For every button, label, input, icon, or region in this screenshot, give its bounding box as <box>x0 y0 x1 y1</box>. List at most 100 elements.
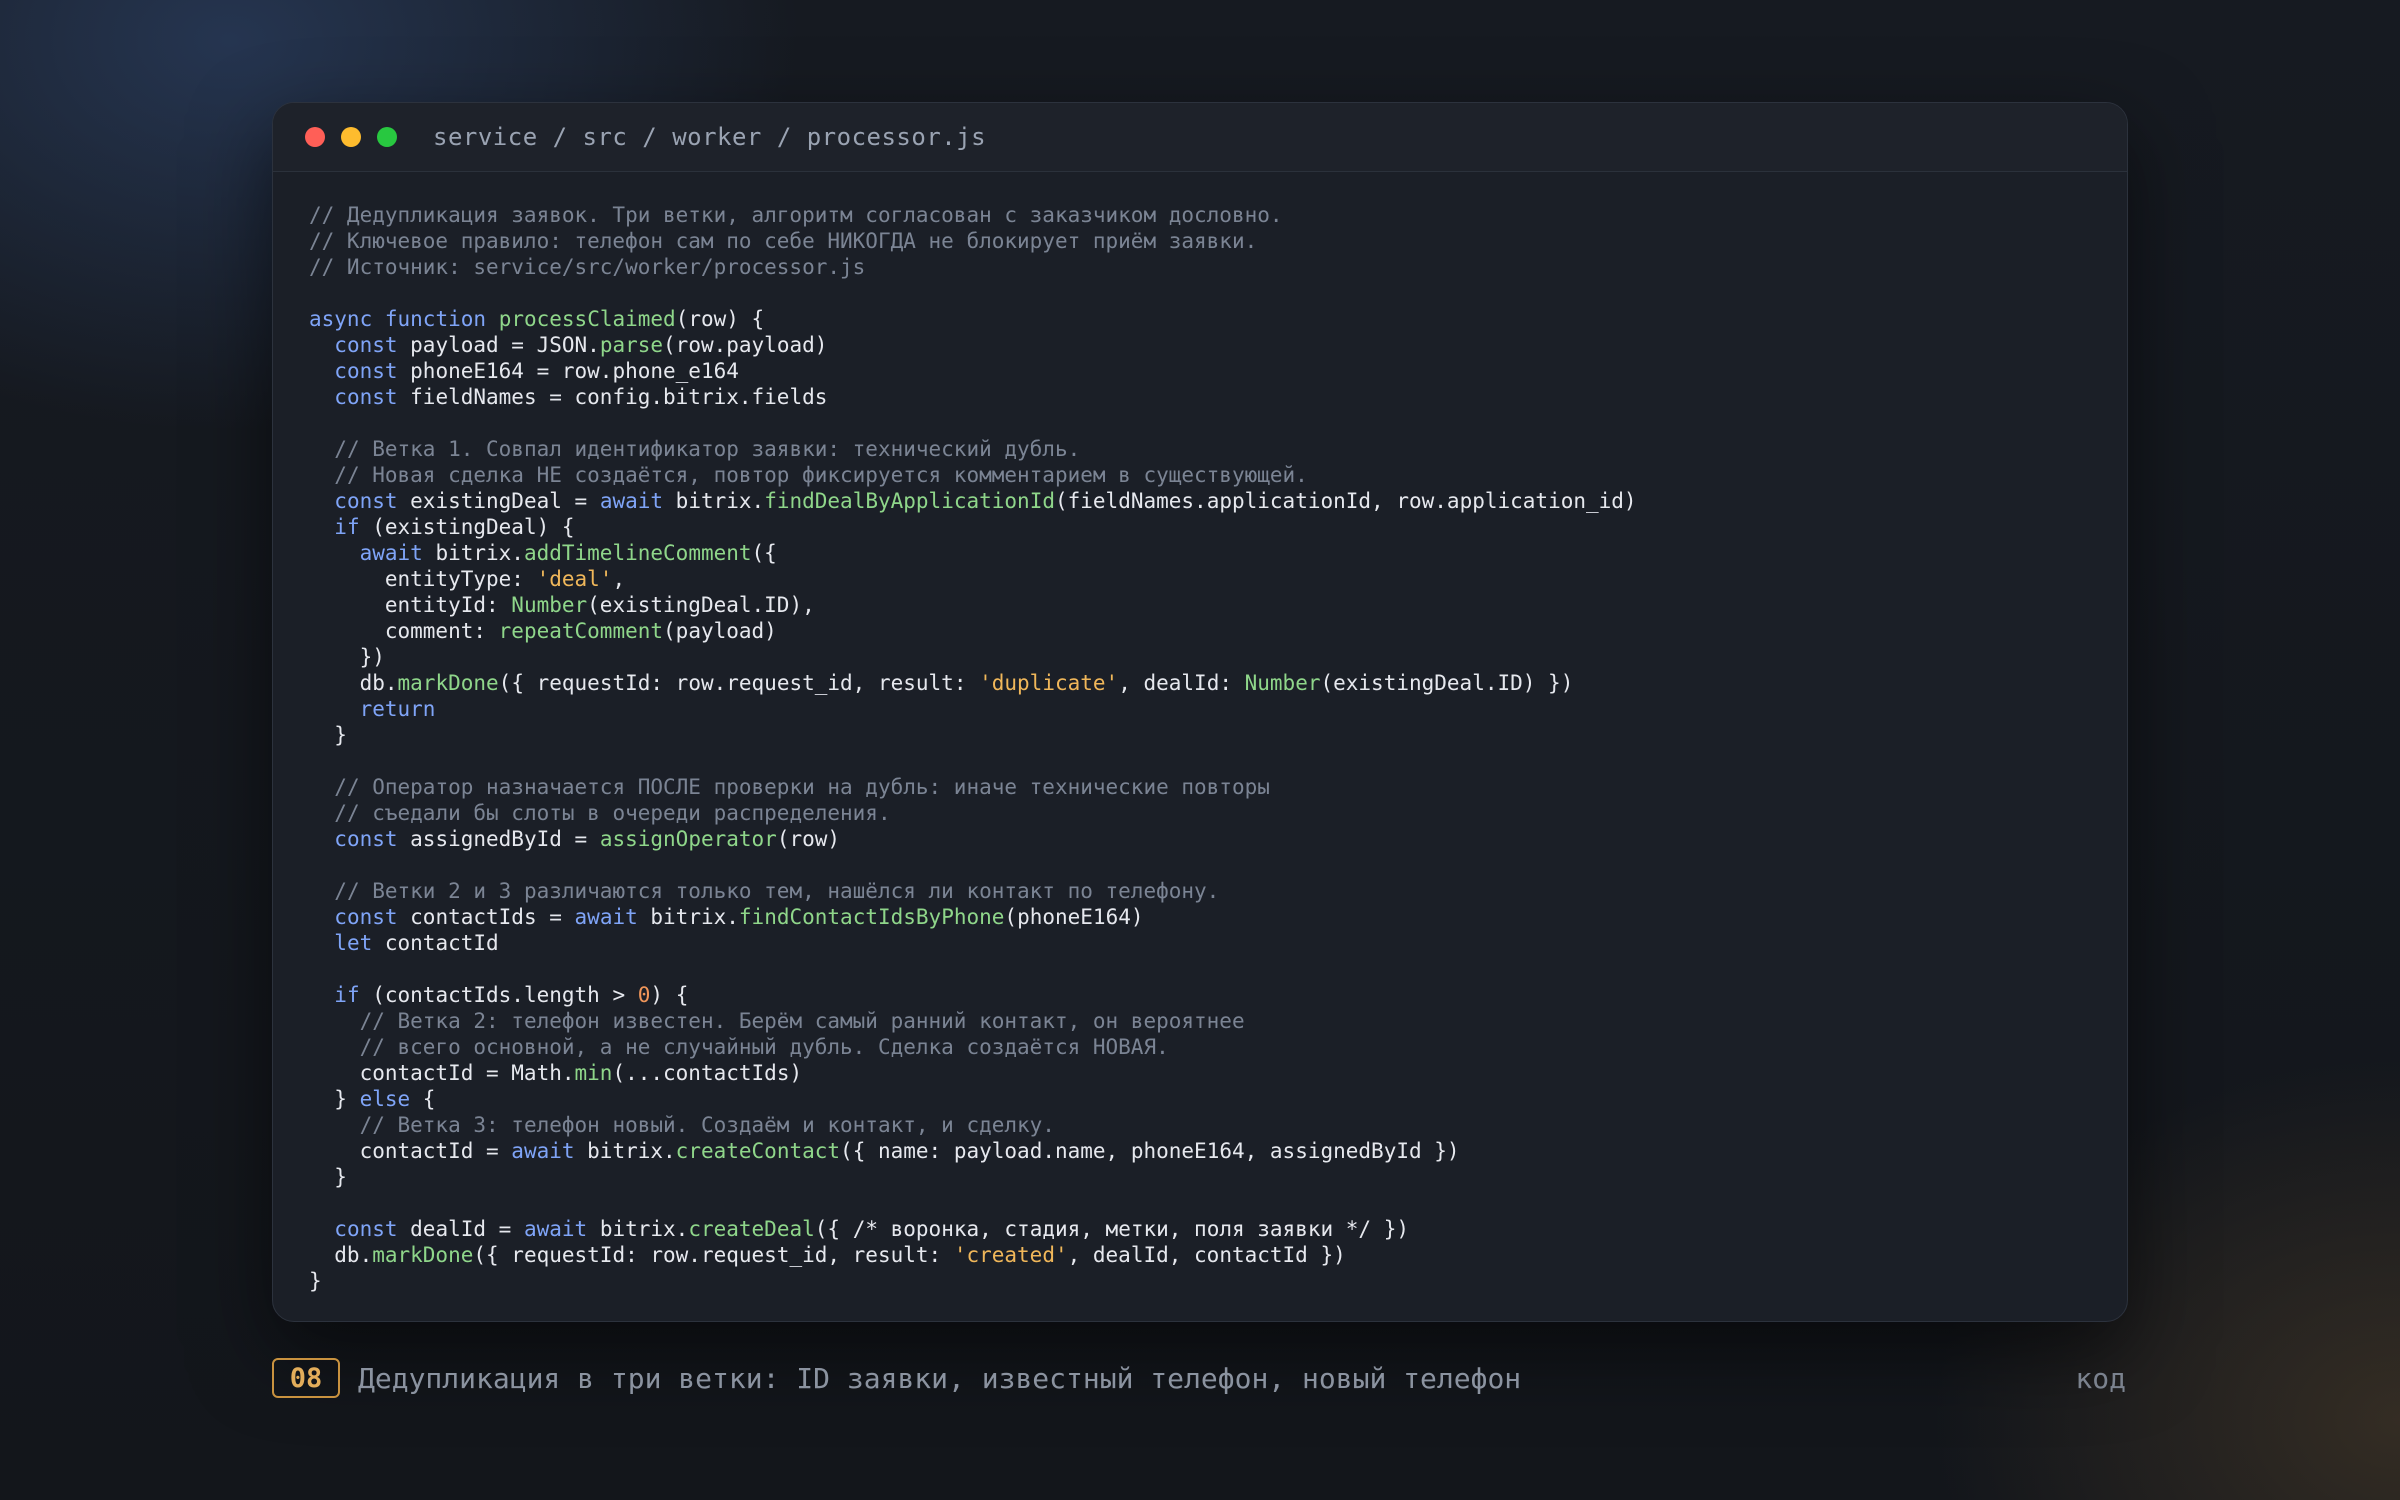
code-keyword: let <box>334 931 373 955</box>
code-text: , dealId, contactId }) <box>1067 1243 1346 1267</box>
code-function: findDealByApplicationId <box>764 489 1055 513</box>
code-line: const contactIds = await bitrix.findCont… <box>309 904 2091 930</box>
code-text: bitrix. <box>574 1139 676 1163</box>
code-text: payload = JSON. <box>397 333 600 357</box>
code-text: }) <box>309 645 385 669</box>
code-keyword: await <box>511 1139 575 1163</box>
code-line: const assignedById = assignOperator(row) <box>309 826 2091 852</box>
code-function: assignOperator <box>599 827 777 851</box>
code-keyword: await <box>574 905 638 929</box>
close-window-icon[interactable] <box>305 127 325 147</box>
code-text: (row) <box>776 827 841 851</box>
code-comment: // всего основной, а не случайный дубль.… <box>359 1035 1169 1059</box>
code-keyword: if <box>334 983 360 1007</box>
code-line: comment: repeatComment(payload) <box>309 618 2091 644</box>
code-keyword: await <box>599 489 664 513</box>
code-line: // Новая сделка НЕ создаётся, повтор фик… <box>309 462 2091 488</box>
code-text: assignedById = <box>397 827 600 851</box>
code-function: repeatComment <box>498 619 664 643</box>
code-text: bitrix. <box>587 1217 689 1241</box>
code-text: (existingDeal) { <box>359 515 575 539</box>
code-number: 0 <box>637 983 651 1007</box>
code-text: } <box>309 1087 360 1111</box>
code-text: ({ requestId: row.request_id, result: <box>498 671 980 695</box>
code-keyword: await <box>523 1217 588 1241</box>
code-line: // Ветка 2: телефон известен. Берём самы… <box>309 1008 2091 1034</box>
code-string: 'created' <box>953 1243 1068 1267</box>
code-function: createDeal <box>688 1217 815 1241</box>
code-function: createContact <box>675 1139 841 1163</box>
code-text: ) { <box>650 983 689 1007</box>
code-text: fieldNames = config.bitrix.fields <box>397 385 828 409</box>
code-text: db. <box>309 1243 373 1267</box>
code-text: comment: <box>309 619 499 643</box>
code-text: existingDeal = <box>397 489 600 513</box>
code-function: processClaimed <box>498 307 676 331</box>
code-keyword: if <box>334 515 360 539</box>
code-text: contactId = Math. <box>309 1061 575 1085</box>
code-text: (existingDeal.ID) }) <box>1320 671 1574 695</box>
code-text: entityId: <box>309 593 512 617</box>
code-line: // Оператор назначается ПОСЛЕ проверки н… <box>309 774 2091 800</box>
code-text: { <box>410 1087 436 1111</box>
code-line: entityType: 'deal', <box>309 566 2091 592</box>
code-comment: // Оператор назначается ПОСЛЕ проверки н… <box>334 775 1270 799</box>
code-text: entityType: <box>309 567 537 591</box>
code-keyword: const <box>334 385 398 409</box>
code-text: , <box>612 567 626 591</box>
code-line: entityId: Number(existingDeal.ID), <box>309 592 2091 618</box>
slide-caption: 08 Дедупликация в три ветки: ID заявки, … <box>272 1356 2126 1400</box>
code-text: phoneE164 = row.phone_e164 <box>397 359 739 383</box>
code-keyword: const <box>334 905 398 929</box>
code-keyword: const <box>334 359 398 383</box>
code-keyword: const <box>334 1217 398 1241</box>
slide-caption-text: Дедупликация в три ветки: ID заявки, изв… <box>358 1361 1522 1395</box>
code-text: (row.payload) <box>663 333 828 357</box>
code-text: (existingDeal.ID), <box>587 593 815 617</box>
code-keyword: const <box>334 827 398 851</box>
zoom-window-icon[interactable] <box>377 127 397 147</box>
code-line: // Источник: service/src/worker/processo… <box>309 254 2091 280</box>
code-line: const phoneE164 = row.phone_e164 <box>309 358 2091 384</box>
code-function: min <box>574 1061 613 1085</box>
code-keyword: function <box>384 307 487 331</box>
code-line: const existingDeal = await bitrix.findDe… <box>309 488 2091 514</box>
minimize-window-icon[interactable] <box>341 127 361 147</box>
code-block[interactable]: // Дедупликация заявок. Три ветки, алгор… <box>273 172 2127 1294</box>
code-string: 'deal' <box>536 567 613 591</box>
window-titlebar: service / src / worker / processor.js <box>273 103 2127 172</box>
code-function: addTimelineComment <box>523 541 752 565</box>
code-text: db. <box>309 671 398 695</box>
code-text: (phoneE164) <box>1004 905 1144 929</box>
code-text: ({ /* воронка, стадия, метки, поля заявк… <box>814 1217 1409 1241</box>
code-comment: // съедали бы слоты в очереди распределе… <box>334 801 891 825</box>
code-keyword: await <box>359 541 423 565</box>
code-comment: // Ветка 2: телефон известен. Берём самы… <box>359 1009 1245 1033</box>
code-text: , dealId: <box>1118 671 1245 695</box>
code-comment: // Ветка 1. Совпал идентификатор заявки:… <box>334 437 1081 461</box>
code-line: // Ветка 3: телефон новый. Создаём и кон… <box>309 1112 2091 1138</box>
code-line: } <box>309 1164 2091 1190</box>
code-string: 'duplicate' <box>979 671 1119 695</box>
code-line: db.markDone({ requestId: row.request_id,… <box>309 670 2091 696</box>
code-text: (...contactIds) <box>612 1061 803 1085</box>
code-text: (fieldNames.applicationId, row.applicati… <box>1054 489 1637 513</box>
code-text: (row) { <box>675 307 765 331</box>
code-text: } <box>309 1269 322 1293</box>
code-line: } <box>309 722 2091 748</box>
